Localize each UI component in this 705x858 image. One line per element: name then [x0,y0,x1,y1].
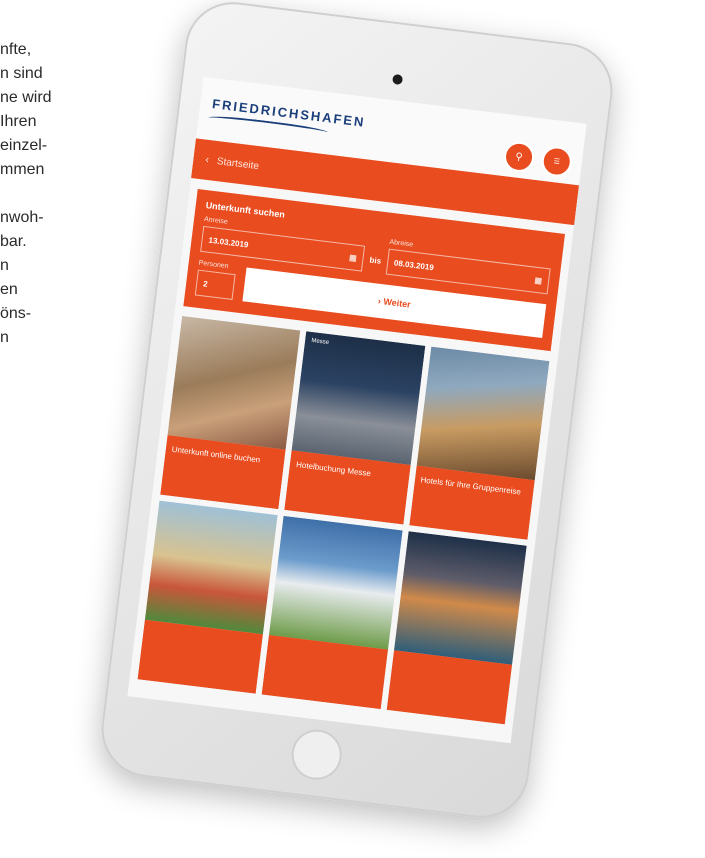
paragraph-1: nfte, n sind ne wird Ihren einzel- mmen [0,38,150,182]
text-line: einzel- [0,137,48,154]
teaser-tile[interactable]: Unterkunft online buchen [160,315,301,510]
text-line: en [0,281,18,298]
teaser-tile[interactable]: Hotels für Ihre Gruppenreise [409,346,550,540]
menu-button[interactable]: ☰ [540,144,574,179]
teaser-tile[interactable] [137,500,278,694]
text-line: nwoh- [0,209,44,226]
menu-icon: ☰ [553,157,561,166]
calendar-icon[interactable]: ▦ [534,275,543,285]
calendar-icon[interactable]: ▦ [349,252,358,262]
tablet-frame: FRIEDRICHSHAFEN ⚲ ☰ ‹ Startseite Unterku… [96,0,618,824]
family-image [144,500,278,635]
submit-label: Weiter [382,296,412,310]
until-label: bis [369,255,382,266]
text-line: nfte, [0,41,32,58]
background-text: nfte, n sind ne wird Ihren einzel- mmen … [0,38,150,374]
teaser-grid: Unterkunft online buchen Messe Hotelbuch… [130,315,558,725]
tablet-mockup: FRIEDRICHSHAFEN ⚲ ☰ ‹ Startseite Unterku… [96,0,618,824]
hotel-building-image [269,515,403,650]
teaser-tile[interactable] [261,515,403,710]
search-icon: ⚲ [514,150,524,163]
breadcrumb-back-link[interactable]: Startseite [216,156,259,172]
text-line: n sind [0,65,43,82]
harbor-image [393,531,527,665]
teaser-tile[interactable] [386,531,527,725]
messe-building-image [291,331,425,465]
text-line: bar. [0,233,27,250]
group-trip-image [416,346,550,481]
persons-group: Personen 2 [194,260,237,301]
tablet-screen: FRIEDRICHSHAFEN ⚲ ☰ ‹ Startseite Unterku… [127,76,587,744]
arrival-date-value: 13.03.2019 [208,235,249,249]
back-arrow-icon[interactable]: ‹ [205,154,210,166]
text-line: ne wird [0,89,52,106]
text-line: öns- [0,305,32,322]
text-line: mmen [0,161,45,178]
hotel-room-image [167,315,301,450]
paragraph-2: nwoh- bar. n en öns- n [0,206,150,350]
persons-value: 2 [202,278,209,289]
text-line: n [0,257,9,274]
persons-select[interactable]: 2 [194,269,236,301]
departure-date-value: 08.03.2019 [393,257,435,272]
home-button[interactable] [288,726,345,783]
text-line: Ihren [0,113,37,130]
teaser-tile[interactable]: Messe Hotelbuchung Messe [284,331,425,525]
text-line: n [0,329,9,346]
camera-dot [392,73,404,86]
search-button[interactable]: ⚲ [502,140,536,174]
